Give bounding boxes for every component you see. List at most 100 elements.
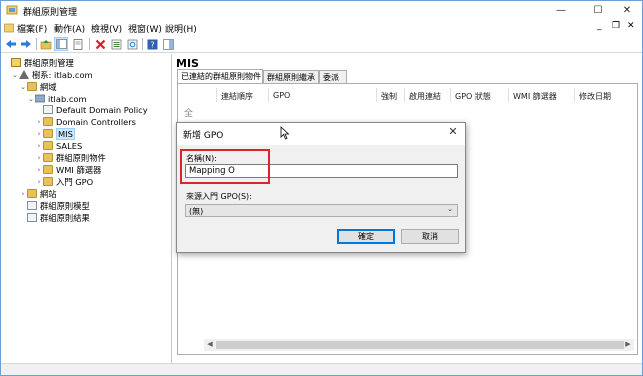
- menu-help[interactable]: 說明(H): [165, 22, 197, 35]
- title-bar: 群組原則管理 — ☐ ✕: [1, 1, 642, 20]
- scroll-left-arrow-icon[interactable]: ◀: [205, 340, 215, 350]
- ou-folder-icon: [43, 141, 53, 150]
- folder-icon: [43, 153, 53, 162]
- show-action-pane-button[interactable]: [161, 37, 175, 51]
- col-modified[interactable]: 修改日期: [579, 91, 611, 102]
- dialog-title: 新增 GPO: [183, 131, 224, 141]
- col-gpo[interactable]: GPO: [273, 91, 290, 100]
- gpo-link-icon: [43, 105, 53, 114]
- delete-button[interactable]: [93, 37, 107, 51]
- source-starter-label: 來源入門 GPO(S):: [186, 192, 252, 201]
- cancel-button[interactable]: 取消: [401, 229, 459, 244]
- horizontal-scrollbar[interactable]: ◀ ▶: [204, 339, 634, 351]
- toolbar: ?: [1, 35, 642, 53]
- properties-button[interactable]: [71, 37, 85, 51]
- chevron-down-icon[interactable]: ⌄: [11, 71, 19, 79]
- menu-action[interactable]: 動作(A): [54, 22, 85, 35]
- col-link-order[interactable]: 連結順序: [221, 91, 253, 102]
- source-starter-value: (無): [189, 207, 204, 216]
- scroll-right-arrow-icon[interactable]: ▶: [623, 340, 633, 350]
- svg-text:?: ?: [150, 40, 154, 49]
- tree-node-mis[interactable]: › MIS: [35, 127, 75, 140]
- tree-node-root[interactable]: 群組原則管理: [3, 57, 74, 68]
- domain-icon: [35, 94, 45, 103]
- page-icon: [73, 38, 83, 50]
- refresh-icon: [127, 39, 137, 49]
- show-tree-button[interactable]: [54, 37, 68, 51]
- menu-view[interactable]: 檢視(V): [91, 22, 122, 35]
- export-button[interactable]: [109, 37, 123, 51]
- menu-bar: 檔案(F) 動作(A) 檢視(V) 視窗(W) 說明(H) _ ❐ ✕: [1, 20, 642, 35]
- chevron-right-icon[interactable]: ›: [35, 178, 43, 186]
- close-window-button[interactable]: ✕: [612, 1, 642, 20]
- col-enforced[interactable]: 強制: [381, 91, 397, 102]
- chevron-down-icon[interactable]: ⌄: [19, 83, 27, 91]
- chevron-down-icon: ⌄: [447, 205, 453, 213]
- back-button[interactable]: [4, 37, 18, 51]
- tree-node-domain[interactable]: ⌄ itlab.com: [27, 93, 87, 104]
- gpmc-root-icon: [11, 58, 21, 67]
- maximize-button[interactable]: ☐: [583, 1, 613, 20]
- tree-node-domain-controllers[interactable]: › Domain Controllers: [35, 116, 136, 127]
- refresh-button[interactable]: [125, 37, 139, 51]
- folder-up-icon: [40, 39, 52, 49]
- up-folder-button[interactable]: [39, 37, 53, 51]
- back-arrow-icon: [6, 40, 16, 48]
- mouse-cursor-icon: [280, 126, 290, 140]
- chevron-right-icon[interactable]: ›: [35, 142, 43, 150]
- help-button[interactable]: ?: [145, 37, 159, 51]
- folder-icon: [43, 177, 53, 186]
- delete-x-icon: [95, 39, 105, 49]
- folder-icon: [27, 82, 37, 91]
- chevron-down-icon[interactable]: ⌄: [27, 95, 35, 103]
- col-link-enabled[interactable]: 啟用連結: [409, 91, 441, 102]
- chevron-right-icon[interactable]: ›: [35, 166, 43, 174]
- child-restore-button[interactable]: ❐: [612, 21, 620, 31]
- tab-linked-gpos[interactable]: 已連結的群組原則物件: [177, 69, 263, 83]
- child-minimize-button[interactable]: _: [597, 21, 602, 31]
- forward-arrow-icon: [21, 40, 31, 48]
- results-icon: [27, 213, 37, 222]
- tree-node-modeling[interactable]: 群組原則模型: [19, 200, 90, 211]
- side-glyph: 全: [184, 109, 194, 119]
- dialog-close-icon[interactable]: ✕: [446, 125, 460, 139]
- tree-node-sites[interactable]: › 網站: [19, 188, 57, 199]
- forest-icon: [19, 70, 29, 79]
- tree-node-starter-gpos[interactable]: › 入門 GPO: [35, 176, 94, 187]
- menu-file[interactable]: 檔案(F): [17, 22, 47, 35]
- chevron-right-icon[interactable]: ›: [35, 130, 43, 138]
- tree-node-wmi-filters[interactable]: › WMI 篩選器: [35, 164, 102, 175]
- child-close-button[interactable]: ✕: [627, 21, 635, 31]
- new-gpo-dialog: 新增 GPO ✕ 名稱(N): Mapping O 來源入門 GPO(S): (…: [176, 122, 466, 253]
- tree-node-sales[interactable]: › SALES: [35, 140, 83, 151]
- tree-node-results[interactable]: 群組原則結果: [19, 212, 90, 223]
- folder-icon: [43, 165, 53, 174]
- ok-button[interactable]: 確定: [337, 229, 395, 244]
- ou-folder-icon: [43, 117, 53, 126]
- tab-inheritance[interactable]: 群組原則繼承: [263, 70, 319, 83]
- chevron-right-icon[interactable]: ›: [35, 154, 43, 162]
- chevron-right-icon[interactable]: ›: [19, 190, 27, 198]
- help-icon: ?: [147, 39, 157, 49]
- tree-node-default-domain-policy[interactable]: Default Domain Policy: [35, 104, 148, 115]
- tree-node-domains[interactable]: ⌄ 網域: [19, 81, 57, 92]
- window-title: 群組原則管理: [23, 8, 78, 18]
- minimize-button[interactable]: —: [546, 1, 576, 20]
- export-list-icon: [111, 39, 121, 49]
- mmc-menu-icon[interactable]: [4, 23, 14, 33]
- col-wmi-filter[interactable]: WMI 篩選器: [513, 91, 557, 102]
- tree-node-gpo-objects[interactable]: › 群組原則物件: [35, 152, 106, 163]
- tab-delegation[interactable]: 委派: [319, 70, 347, 83]
- chevron-right-icon[interactable]: ›: [35, 118, 43, 126]
- tree-node-forest[interactable]: ⌄ 樹系: itlab.com: [11, 69, 93, 80]
- scroll-thumb[interactable]: [216, 341, 624, 349]
- highlight-box: [180, 149, 270, 184]
- action-pane-icon: [162, 38, 174, 50]
- modeling-icon: [27, 201, 37, 210]
- source-starter-select[interactable]: (無) ⌄: [185, 204, 458, 217]
- forward-button[interactable]: [19, 37, 33, 51]
- dialog-body: 名稱(N): Mapping O 來源入門 GPO(S): (無) ⌄ 確定 取…: [177, 145, 465, 252]
- menu-window[interactable]: 視窗(W): [128, 22, 162, 35]
- col-gpo-status[interactable]: GPO 狀態: [455, 91, 491, 102]
- sites-icon: [27, 189, 37, 198]
